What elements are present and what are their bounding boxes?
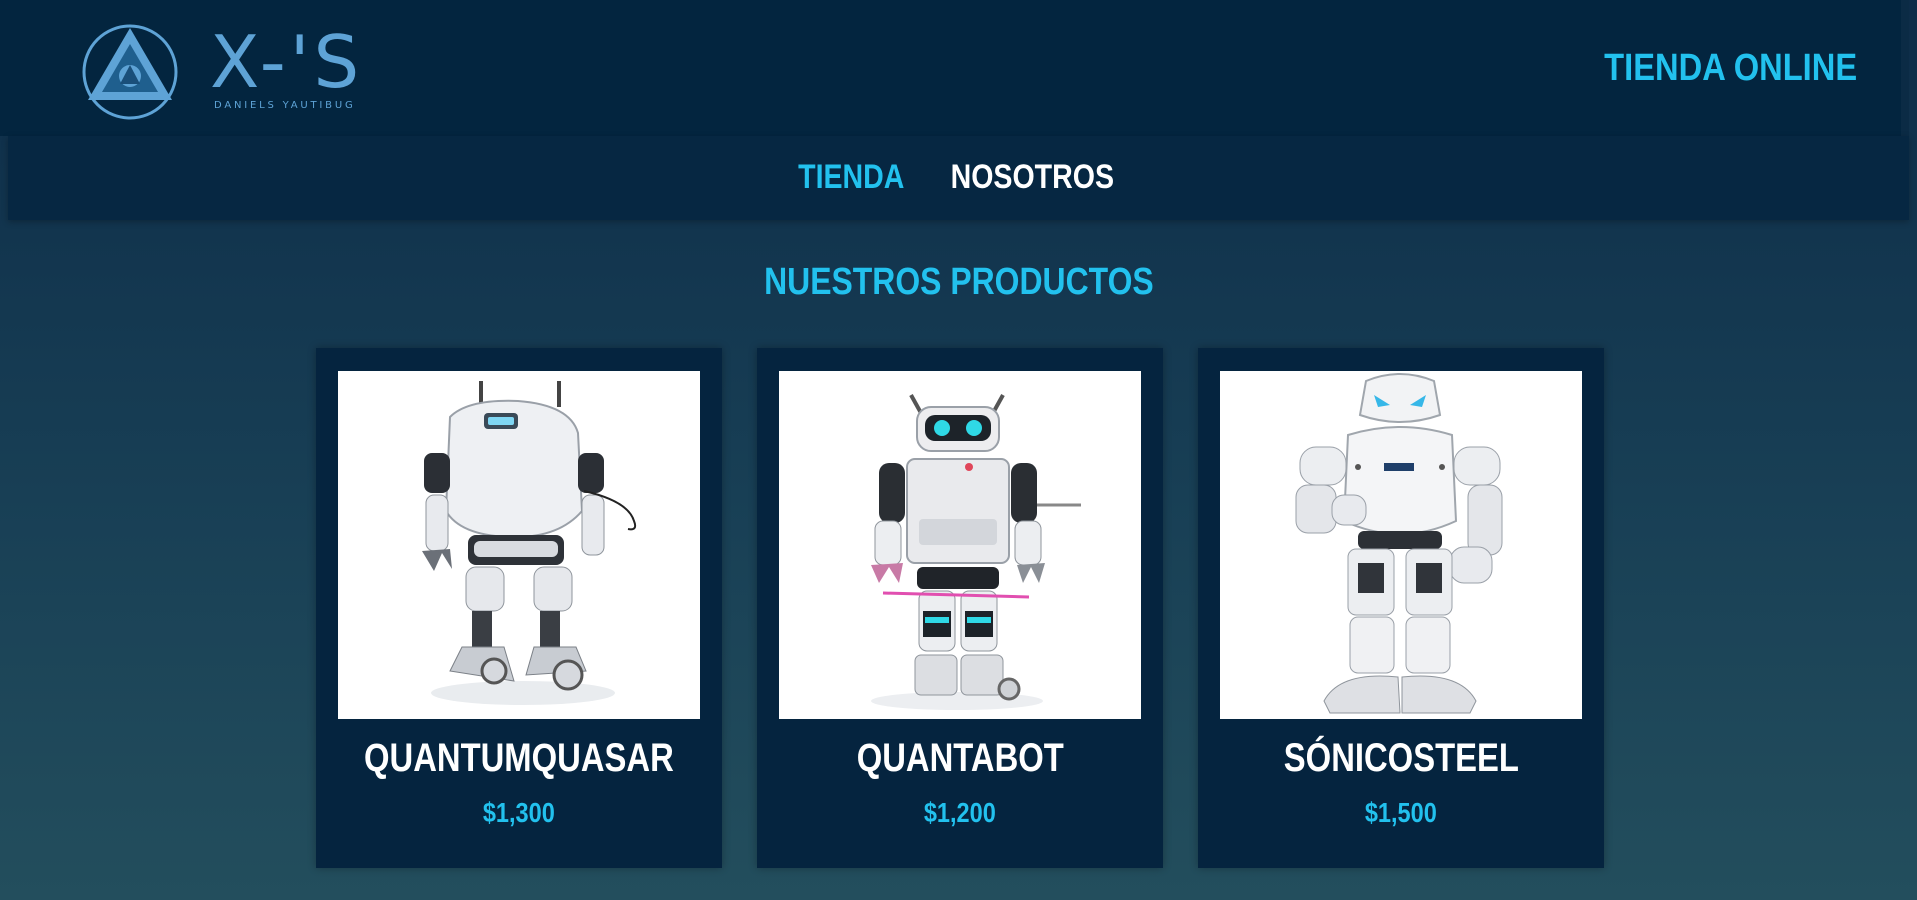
nav-item-tienda[interactable]: TIENDA [798, 156, 904, 198]
robot-quantumquasar-image [422, 381, 637, 705]
product-card-sonicosteel[interactable]: SÓNICOSTEEL $1,500 [1198, 348, 1604, 868]
nav-links: TIENDA NOSOTROS [8, 156, 1909, 198]
robot-quantabot-image [871, 394, 1081, 710]
product-card-quantabot[interactable]: QUANTABOT $1,200 [757, 348, 1163, 868]
product-name: QUANTUMQUASAR [364, 736, 674, 780]
section-title-text: NUESTROS PRODUCTOS [763, 261, 1154, 303]
nav-item-nosotros[interactable]: NOSOTROS [950, 156, 1113, 198]
brand-name: X-'S [210, 20, 364, 104]
product-card-quantumquasar[interactable]: QUANTUMQUASAR $1,300 [316, 348, 722, 868]
triangle-circle-logo-icon[interactable] [80, 22, 180, 122]
product-price: $1,200 [924, 797, 996, 828]
product-price: $1,300 [483, 797, 555, 828]
section-title: NUESTROS PRODUCTOS [0, 258, 1917, 306]
product-price: $1,500 [1365, 797, 1437, 828]
brand-subtitle: DANIELS YAUTIBUG [214, 100, 356, 111]
product-image[interactable] [779, 371, 1141, 719]
main-nav: TIENDA NOSOTROS [8, 136, 1909, 220]
site-header: X-'S DANIELS YAUTIBUG TIENDA ONLINE [0, 0, 1909, 220]
robot-sonicosteel-image [1295, 373, 1503, 714]
product-image[interactable] [338, 371, 700, 719]
product-name: SÓNICOSTEEL [1283, 736, 1519, 780]
brand-logo[interactable]: X-'S DANIELS YAUTIBUG [210, 26, 380, 116]
product-image[interactable] [1220, 371, 1582, 719]
store-title: TIENDA ONLINE [1604, 47, 1857, 89]
product-name: QUANTABOT [856, 736, 1064, 780]
